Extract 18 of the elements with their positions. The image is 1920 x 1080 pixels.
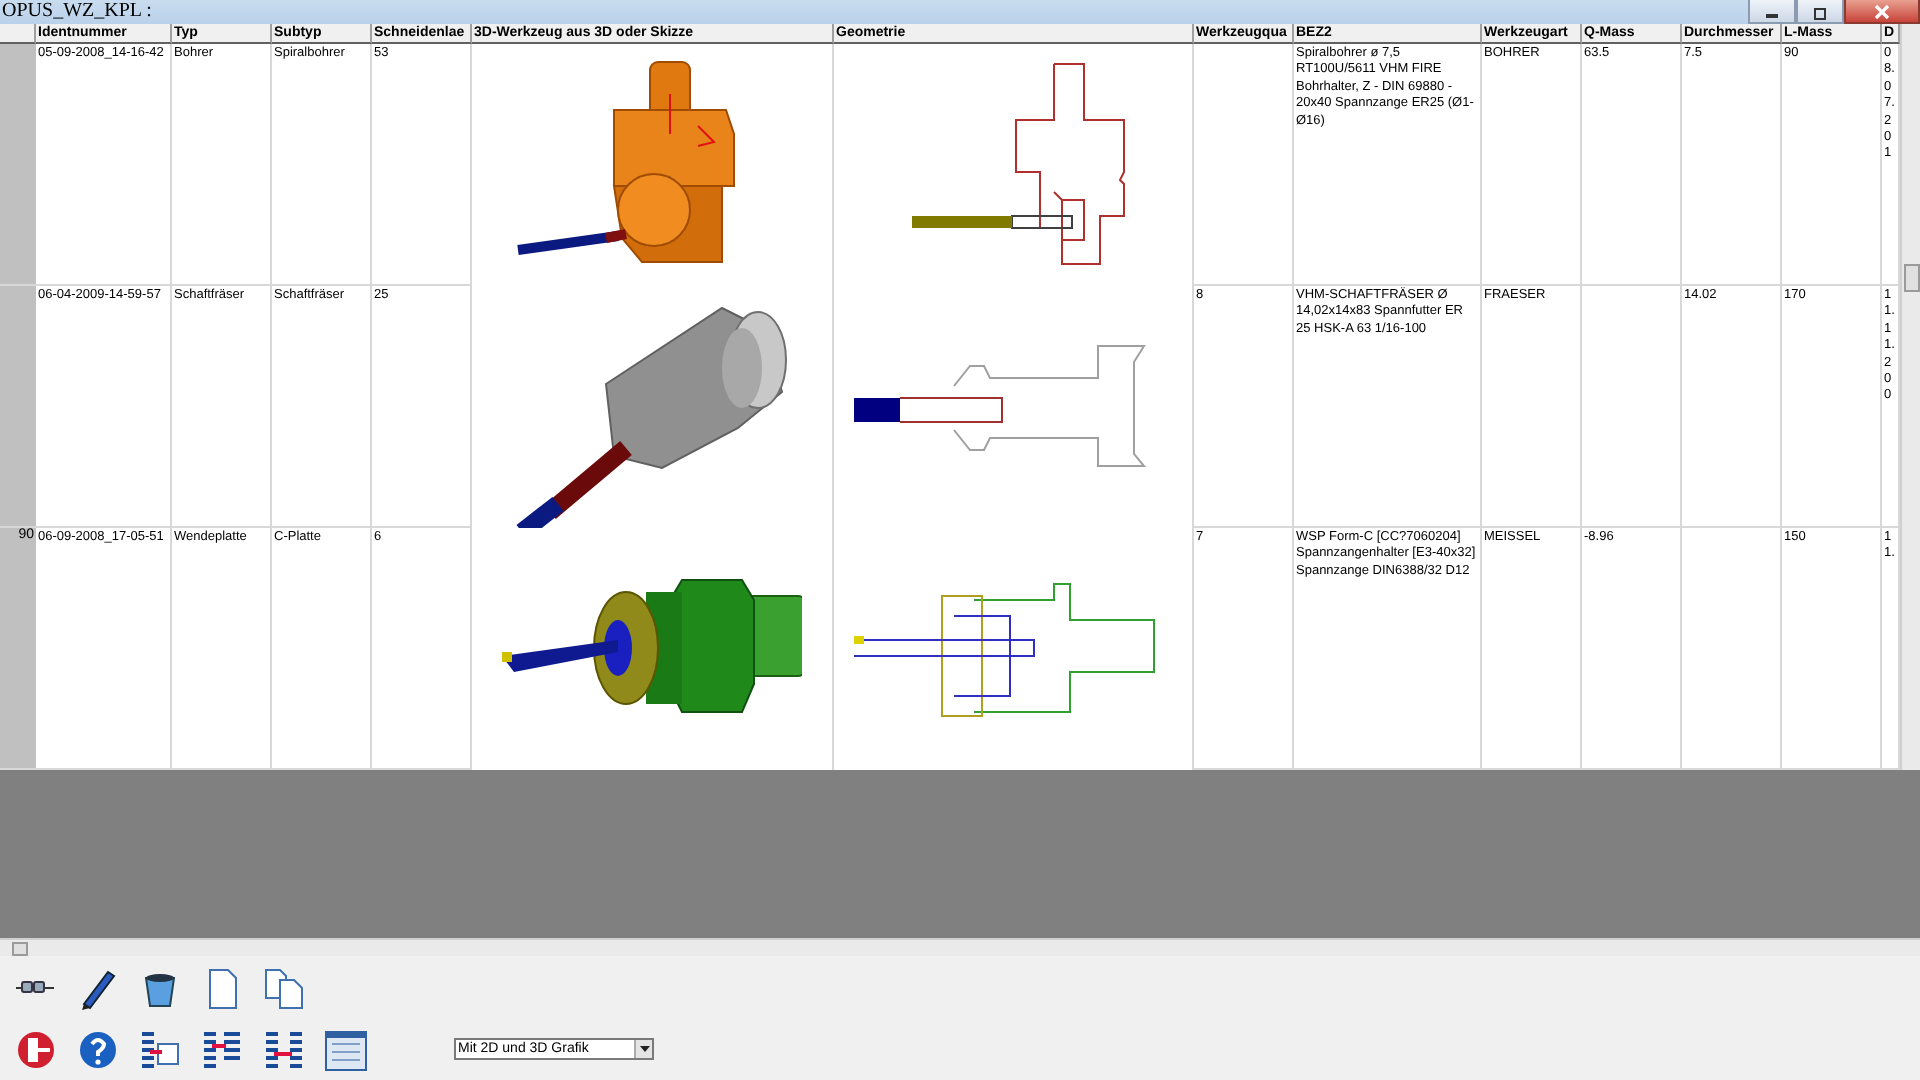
exit-icon [13,1027,57,1071]
close-icon [1874,3,1890,19]
caret-icon [639,1045,649,1053]
help-icon [75,1027,119,1071]
restore-icon [1812,3,1828,19]
header-corner[interactable] [0,24,36,44]
close-button[interactable] [1844,0,1920,24]
list-transfer-icon [261,1027,305,1071]
documents-icon [261,965,305,1009]
list-move-icon [199,1027,243,1071]
window-title: OPUS_WZ_KPL : [0,0,152,22]
glasses-icon [14,980,56,994]
horizontal-scrollbar[interactable] [0,938,1920,956]
list-insert-icon [137,1027,181,1071]
vertical-scrollbar[interactable] [1900,24,1920,770]
minimize-button[interactable] [1748,0,1796,24]
restore-button[interactable] [1796,0,1844,24]
table-window-icon [323,1027,367,1071]
